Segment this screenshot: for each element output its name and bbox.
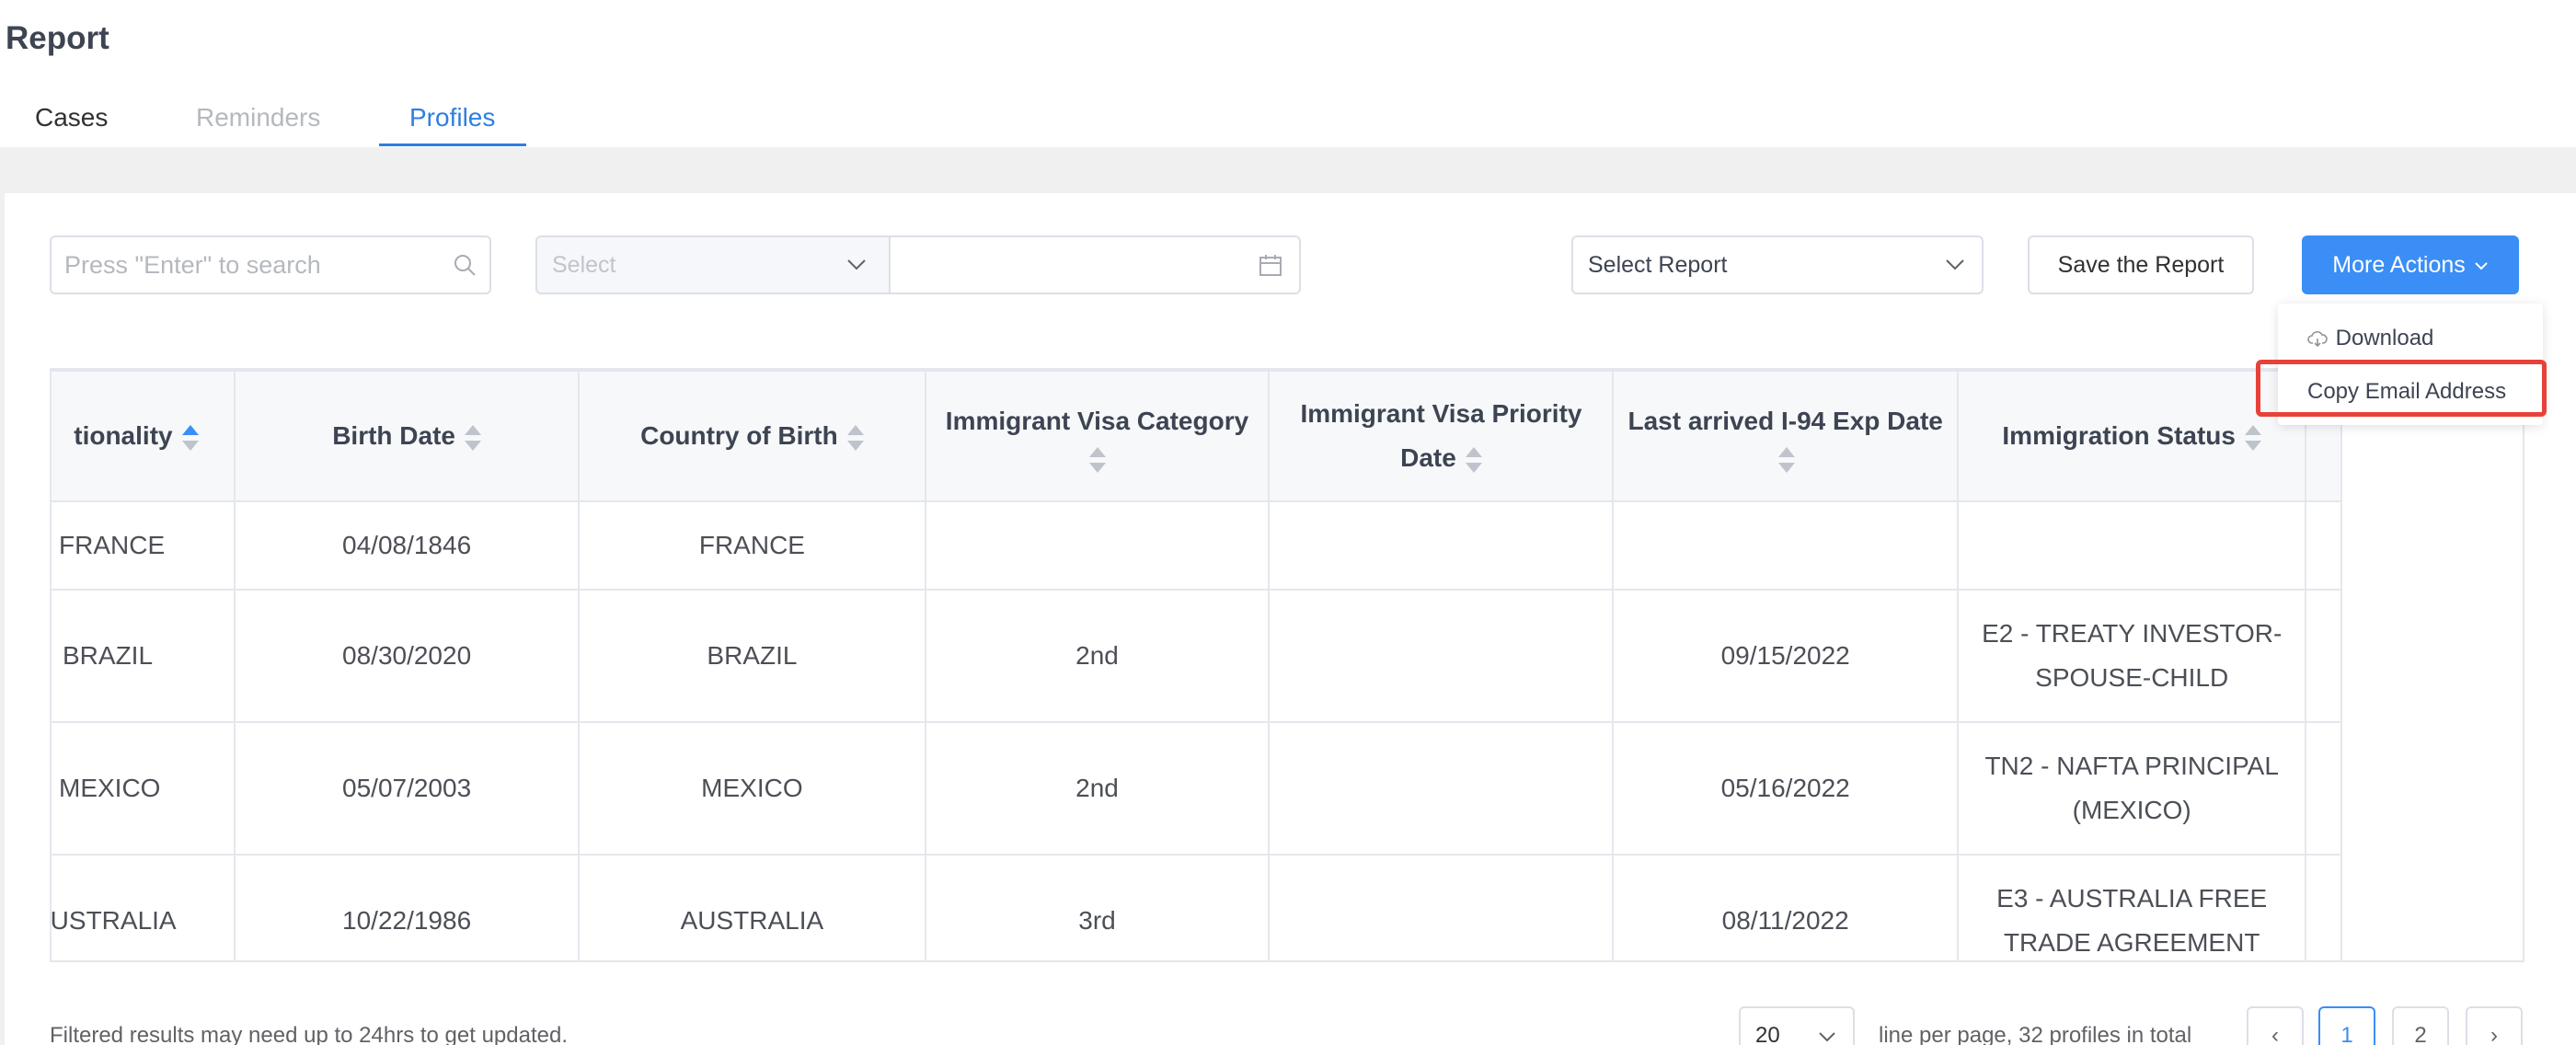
column-label: Immigrant Visa Category [945,407,1249,435]
profiles-table: tionality Birth Date Country of Birth Im… [50,368,2524,962]
cell-visa-category: 3rd [924,854,1271,960]
column-label: Country of Birth [640,421,838,450]
search-input[interactable] [52,237,420,293]
column-header-i94-exp-date[interactable]: Last arrived I-94 Exp Date [1612,370,1959,502]
cell-overflow [2305,500,2342,591]
page-title: Report [6,20,109,56]
cell-nationality: MEXICO [52,721,236,856]
cell-immigration-status: TN2 - NAFTA PRINCIPAL (MEXICO) [1956,721,2307,856]
cell-i94-exp-date: 09/15/2022 [1612,589,1959,723]
table-row[interactable]: FRANCE 04/08/1846 FRANCE [52,500,2342,591]
cell-nationality: AUSTRALIA [52,854,236,960]
cell-immigration-status: E3 - AUSTRALIA FREE TRADE AGREEMENT [1956,854,2307,960]
column-header-visa-category[interactable]: Immigrant Visa Category [924,370,1271,502]
chevron-down-icon [2475,262,2488,270]
column-header-nationality[interactable]: tionality [52,370,236,502]
column-label: Immigration Status [2002,421,2236,450]
cell-country-of-birth: MEXICO [578,721,926,856]
sort-icon[interactable] [463,424,481,451]
cell-visa-category: 2nd [924,721,1271,856]
cell-country-of-birth: AUSTRALIA [578,854,926,960]
column-label: Birth Date [332,421,455,450]
sort-icon[interactable] [845,424,864,451]
column-label: Last arrived I-94 Exp Date [1627,407,1943,435]
cloud-download-icon [2307,330,2328,347]
more-actions-button[interactable]: More Actions [2302,235,2519,294]
column-header-birth-date[interactable]: Birth Date [233,370,581,502]
sort-icon[interactable] [1777,447,1795,473]
per-page-select[interactable]: 20 [1739,1006,1855,1045]
column-header-visa-priority-date[interactable]: Immigrant Visa Priority Date [1268,370,1615,502]
sort-icon[interactable] [2243,424,2261,451]
next-page-button[interactable]: › [2466,1006,2523,1045]
cell-overflow [2305,854,2342,960]
sort-icon[interactable] [180,424,199,451]
table-header-row: tionality Birth Date Country of Birth Im… [52,370,2342,502]
table-row[interactable]: MEXICO 05/07/2003 MEXICO 2nd 05/16/2022 … [52,721,2342,856]
tab-bar: Cases Reminders Profiles [0,99,2576,147]
per-page-value: 20 [1755,1023,1780,1045]
footer-note: Filtered results may need up to 24hrs to… [50,1023,569,1045]
cell-birth-date: 08/30/2020 [233,589,581,723]
sort-icon[interactable] [1464,446,1482,473]
cell-overflow [2305,589,2342,723]
chevron-down-icon [1819,1032,1835,1042]
select-report-label: Select Report [1588,252,1728,278]
active-tab-indicator [379,144,526,146]
cell-visa-priority-date [1268,854,1615,960]
column-label: tionality [74,421,173,450]
cell-overflow [2305,721,2342,856]
calendar-icon [1259,255,1282,276]
page-button-1[interactable]: 1 [2318,1006,2375,1045]
cell-visa-priority-date [1268,500,1615,591]
highlight-box [2256,360,2547,417]
page-button-2[interactable]: 2 [2392,1006,2449,1045]
cell-i94-exp-date: 08/11/2022 [1612,854,1959,960]
cell-visa-category [924,500,1271,591]
filter-select-placeholder: Select [552,252,616,278]
tab-cases[interactable]: Cases [35,99,108,147]
search-field [50,235,491,294]
column-label: Immigrant Visa Priority Date [1300,399,1582,472]
cell-i94-exp-date [1612,500,1959,591]
cell-country-of-birth: BRAZIL [578,589,926,723]
sort-icon[interactable] [1087,447,1107,473]
select-report-dropdown[interactable]: Select Report [1571,235,1984,294]
menu-item-label: Download [2335,326,2434,350]
cell-immigration-status: E2 - TREATY INVESTOR-SPOUSE-CHILD [1956,589,2307,723]
per-page-summary: line per page, 32 profiles in total [1879,1023,2192,1045]
cell-birth-date: 05/07/2003 [233,721,581,856]
cell-visa-category: 2nd [924,589,1271,723]
cell-visa-priority-date [1268,721,1615,856]
prev-page-button[interactable]: ‹ [2247,1006,2304,1045]
filter-select[interactable]: Select [535,235,891,294]
save-report-button[interactable]: Save the Report [2028,235,2254,294]
content-divider [0,147,2576,193]
cell-i94-exp-date: 05/16/2022 [1612,721,1959,856]
table-row[interactable]: BRAZIL 08/30/2020 BRAZIL 2nd 09/15/2022 … [52,589,2342,723]
cell-visa-priority-date [1268,589,1615,723]
cell-birth-date: 10/22/1986 [233,854,581,960]
cell-country-of-birth: FRANCE [578,500,926,591]
chevron-down-icon [847,259,866,270]
column-header-country-of-birth[interactable]: Country of Birth [578,370,926,502]
table-row[interactable]: AUSTRALIA 10/22/1986 AUSTRALIA 3rd 08/11… [52,854,2342,960]
column-header-immigration-status[interactable]: Immigration Status [1956,370,2307,502]
more-actions-label: More Actions [2332,252,2466,278]
search-icon[interactable] [453,253,477,277]
menu-item-download[interactable]: Download [2307,326,2433,351]
tab-reminders[interactable]: Reminders [196,99,320,147]
chevron-down-icon [1946,259,1964,270]
date-picker[interactable] [889,235,1301,294]
cell-immigration-status [1956,500,2307,591]
cell-birth-date: 04/08/1846 [233,500,581,591]
tab-profiles[interactable]: Profiles [409,99,495,147]
cell-nationality: BRAZIL [52,589,236,723]
cell-nationality: FRANCE [52,500,236,591]
